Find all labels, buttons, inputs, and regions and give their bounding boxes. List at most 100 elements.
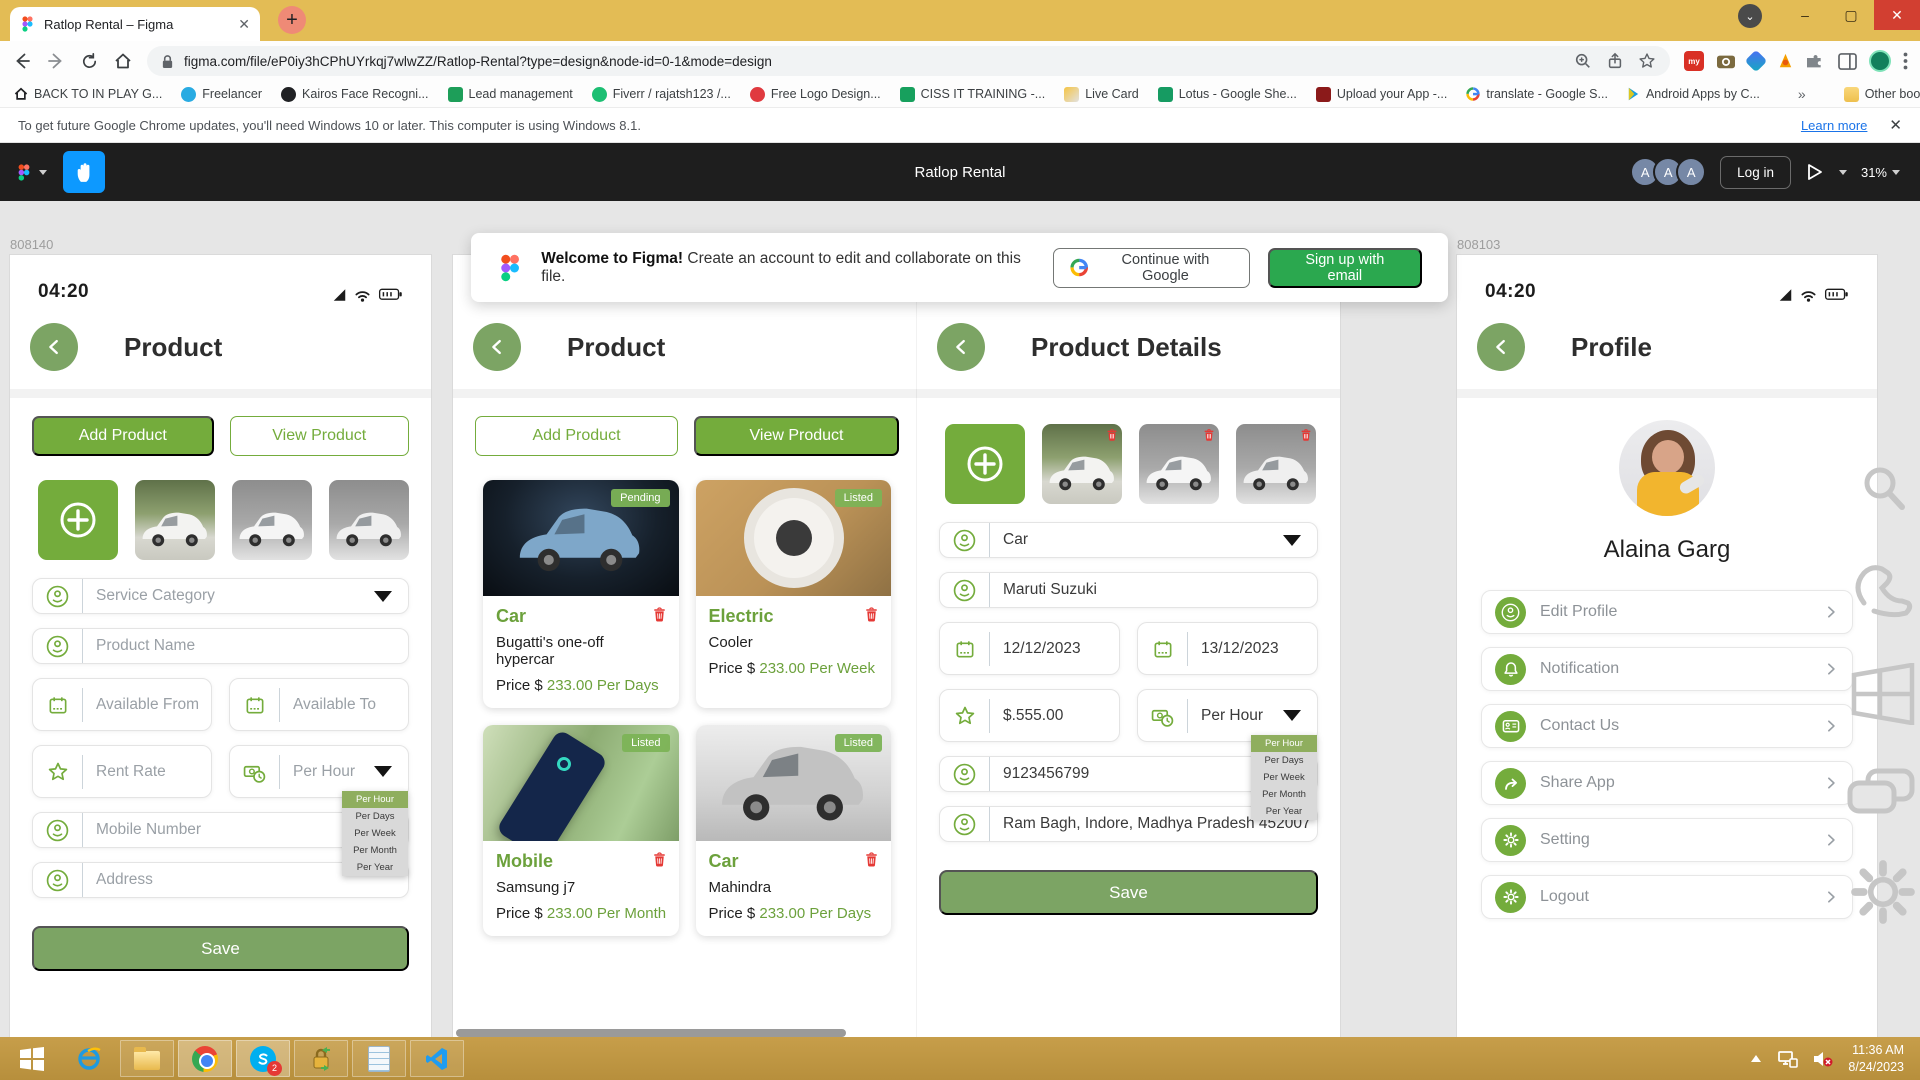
delete-icon[interactable] xyxy=(1105,427,1119,443)
new-tab-button[interactable]: + xyxy=(278,6,306,34)
delete-icon[interactable] xyxy=(651,850,668,869)
add-image-button[interactable] xyxy=(945,424,1025,504)
hand-tool-button[interactable] xyxy=(63,151,105,193)
back-button[interactable] xyxy=(30,323,78,371)
bookmark-item[interactable]: BACK TO IN PLAY G... xyxy=(14,87,162,101)
bookmark-item[interactable]: Upload your App -... xyxy=(1316,87,1447,102)
taskbar-chrome[interactable] xyxy=(178,1040,232,1077)
present-icon[interactable] xyxy=(1805,163,1825,181)
minimize-button[interactable]: – xyxy=(1782,0,1828,30)
zoom-icon[interactable] xyxy=(1574,52,1592,70)
tab-close-icon[interactable]: ✕ xyxy=(238,16,250,33)
home-icon[interactable] xyxy=(113,51,133,71)
dropdown-option[interactable]: Per Days xyxy=(1251,752,1317,769)
product-card[interactable]: Pending Car Bugatti's one-off hypercar P… xyxy=(483,480,679,708)
forward-icon[interactable] xyxy=(46,51,66,71)
menu-item-logout[interactable]: Logout xyxy=(1481,875,1853,919)
product-name-input[interactable]: Product Name xyxy=(32,628,409,664)
bookmark-item[interactable]: CISS IT TRAINING -... xyxy=(900,87,1046,102)
profile-avatar[interactable] xyxy=(1619,420,1715,516)
present-chevron-icon[interactable] xyxy=(1839,170,1847,175)
start-button[interactable] xyxy=(6,1040,58,1077)
dropdown-option[interactable]: Per Month xyxy=(1251,786,1317,803)
menu-item-share-app[interactable]: Share App xyxy=(1481,761,1853,805)
save-button[interactable]: Save xyxy=(32,926,409,971)
delete-icon[interactable] xyxy=(1299,427,1313,443)
horizontal-scrollbar[interactable] xyxy=(456,1029,846,1037)
taskbar-clock[interactable]: 11:36 AM 8/24/2023 xyxy=(1848,1042,1904,1076)
back-button[interactable] xyxy=(473,323,521,371)
dropdown-option[interactable]: Per Days xyxy=(342,808,408,825)
dropdown-option[interactable]: Per Year xyxy=(1251,803,1317,820)
taskbar-security-app[interactable] xyxy=(294,1040,348,1077)
available-from-input[interactable]: 12/12/2023 xyxy=(939,622,1120,675)
frame-label[interactable]: 808140 xyxy=(10,237,53,252)
bookmark-star-icon[interactable] xyxy=(1638,52,1656,70)
continue-google-button[interactable]: Continue with Google xyxy=(1053,248,1250,288)
add-product-button[interactable]: Add Product xyxy=(32,416,214,456)
bookmark-item[interactable]: Kairos Face Recogni... xyxy=(281,87,428,102)
delete-icon[interactable] xyxy=(863,605,880,624)
taskbar-file-explorer[interactable] xyxy=(120,1040,174,1077)
figma-canvas[interactable]: 808140 808103 Welcome to Figma! Create a… xyxy=(0,201,1920,1037)
profile-chevron-button[interactable]: ⌄ xyxy=(1738,4,1762,28)
taskbar-skype[interactable]: 2 xyxy=(236,1040,290,1077)
product-name-input[interactable]: Maruti Suzuki xyxy=(939,572,1318,608)
dropdown-option[interactable]: Per Week xyxy=(1251,769,1317,786)
taskbar-notepad[interactable] xyxy=(352,1040,406,1077)
back-button[interactable] xyxy=(937,323,985,371)
dropdown-option[interactable]: Per Month xyxy=(342,842,408,859)
bookmark-item[interactable]: translate - Google S... xyxy=(1466,87,1608,101)
rate-unit-select[interactable]: Per Hour Per Hour Per Days Per Week Per … xyxy=(1137,689,1318,742)
delete-icon[interactable] xyxy=(863,850,880,869)
volume-muted-icon[interactable] xyxy=(1812,1050,1834,1068)
add-image-button[interactable] xyxy=(38,480,118,560)
bookmark-item[interactable]: Lotus - Google She... xyxy=(1158,87,1297,102)
delete-icon[interactable] xyxy=(1202,427,1216,443)
bookmark-item[interactable]: Fiverr / rajatsh123 /... xyxy=(592,87,731,102)
camera-extension-icon[interactable] xyxy=(1716,52,1736,70)
rocket-extension-icon[interactable] xyxy=(1776,52,1795,71)
service-category-select[interactable]: Car xyxy=(939,522,1318,558)
refresh-icon[interactable] xyxy=(80,52,99,71)
back-icon[interactable] xyxy=(12,51,32,71)
bookmark-item[interactable]: Lead management xyxy=(448,87,573,102)
sidepanel-icon[interactable] xyxy=(1838,53,1857,70)
menu-item-notification[interactable]: Notification xyxy=(1481,647,1853,691)
product-card[interactable]: Listed Electric Cooler Price $ 233.00 Pe… xyxy=(696,480,892,708)
frame-label[interactable]: 808103 xyxy=(1457,237,1500,252)
browser-tab[interactable]: Ratlop Rental – Figma ✕ xyxy=(10,7,260,41)
signup-email-button[interactable]: Sign up with email xyxy=(1268,248,1422,288)
shield-extension-icon[interactable] xyxy=(1745,50,1768,73)
back-button[interactable] xyxy=(1477,323,1525,371)
product-thumbnail[interactable] xyxy=(1236,424,1316,504)
menu-item-contact-us[interactable]: Contact Us xyxy=(1481,704,1853,748)
maximize-button[interactable]: ▢ xyxy=(1828,0,1874,30)
bookmarks-overflow-chevron[interactable]: » xyxy=(1798,86,1806,102)
available-to-input[interactable]: 13/12/2023 xyxy=(1137,622,1318,675)
avatar[interactable]: A xyxy=(1676,157,1706,187)
rent-rate-input[interactable]: Rent Rate xyxy=(32,745,212,798)
product-thumbnail[interactable] xyxy=(135,480,215,560)
learn-more-link[interactable]: Learn more xyxy=(1801,118,1867,133)
menu-item-edit-profile[interactable]: Edit Profile xyxy=(1481,590,1853,634)
rate-unit-select[interactable]: Per Hour Per Hour Per Days Per Week Per … xyxy=(229,745,409,798)
delete-icon[interactable] xyxy=(651,605,668,624)
other-bookmarks[interactable]: Other bookmarks xyxy=(1844,87,1920,102)
bookmark-item[interactable]: Live Card xyxy=(1064,87,1139,102)
share-icon[interactable] xyxy=(1606,52,1624,70)
puzzle-extension-icon[interactable] xyxy=(1807,52,1826,71)
figma-main-menu[interactable] xyxy=(0,161,63,184)
save-button[interactable]: Save xyxy=(939,870,1318,915)
dropdown-option[interactable]: Per Hour xyxy=(1251,735,1317,752)
rent-rate-input[interactable]: $.555.00 xyxy=(939,689,1120,742)
browser-profile-avatar[interactable] xyxy=(1869,50,1891,72)
available-to-input[interactable]: Available To xyxy=(229,678,409,731)
add-product-button[interactable]: Add Product xyxy=(475,416,678,456)
bookmark-item[interactable]: Android Apps by C... xyxy=(1627,87,1760,101)
browser-menu-icon[interactable] xyxy=(1903,52,1908,70)
close-button[interactable]: ✕ xyxy=(1874,0,1920,30)
view-product-button[interactable]: View Product xyxy=(694,416,899,456)
dropdown-option[interactable]: Per Hour xyxy=(342,791,408,808)
product-thumbnail[interactable] xyxy=(232,480,312,560)
